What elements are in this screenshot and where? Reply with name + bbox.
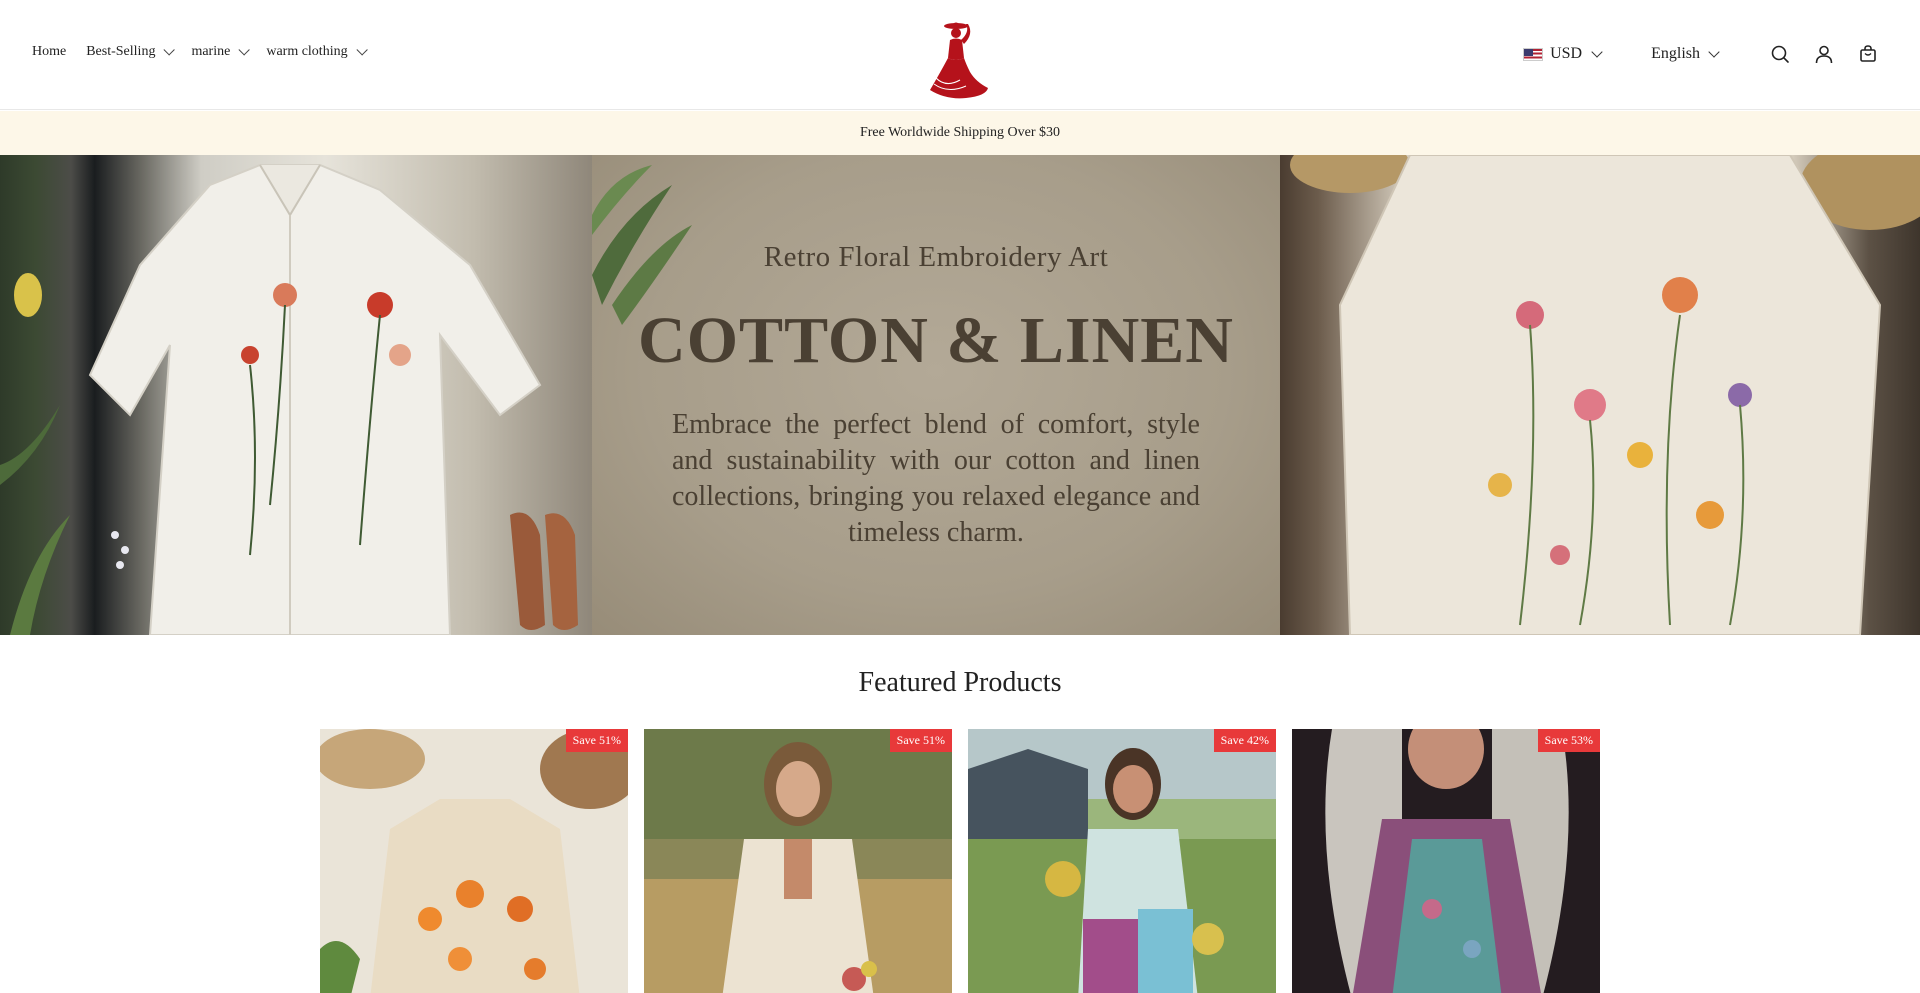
logo-icon[interactable] xyxy=(926,18,992,100)
product-image xyxy=(320,729,628,993)
announcement-text: Free Worldwide Shipping Over $30 xyxy=(859,125,1061,140)
hero-title: COTTON & LINEN xyxy=(638,304,1234,377)
product-card[interactable]: Save 42% xyxy=(968,729,1276,993)
site-header: Home Best-Selling marine warm clothing U… xyxy=(0,0,1920,110)
nav-item-marine[interactable]: marine xyxy=(191,44,251,60)
hero-text-block: Retro Floral Embroidery Art COTTON & LIN… xyxy=(592,155,1280,635)
product-grid: Save 51% Save 51% Save 42% Save 53% xyxy=(320,729,1600,993)
chevron-down-icon xyxy=(163,44,176,56)
currency-selector[interactable]: USD xyxy=(1523,45,1603,63)
chevron-down-icon xyxy=(1591,45,1603,58)
search-icon[interactable] xyxy=(1768,42,1792,66)
featured-products-title: Featured Products xyxy=(858,667,1062,698)
product-image xyxy=(1292,729,1600,993)
hero-subtitle: Retro Floral Embroidery Art xyxy=(763,241,1109,273)
hero-image-left xyxy=(0,155,592,635)
product-card[interactable]: Save 53% xyxy=(1292,729,1600,993)
hero-description: Embrace the perfect blend of comfort, st… xyxy=(672,409,1200,548)
discount-badge: Save 42% xyxy=(1213,729,1276,752)
language-label: English xyxy=(1651,45,1700,62)
discount-badge: Save 53% xyxy=(1537,729,1600,752)
chevron-down-icon xyxy=(1708,45,1720,58)
header-tools: USD English xyxy=(1523,40,1880,68)
product-image xyxy=(644,729,952,993)
chevron-down-icon xyxy=(238,44,251,56)
nav-item-label: marine xyxy=(191,44,231,59)
currency-label: USD xyxy=(1550,45,1583,62)
chevron-down-icon xyxy=(356,44,368,56)
announcement-bar: Free Worldwide Shipping Over $30 xyxy=(0,111,1920,155)
account-icon[interactable] xyxy=(1812,42,1836,66)
nav-item-label: warm clothing xyxy=(266,44,348,59)
nav-item-label: Home xyxy=(32,44,67,59)
language-selector[interactable]: English xyxy=(1651,45,1720,63)
us-flag-icon xyxy=(1523,47,1544,61)
nav-item-warm-clothing[interactable]: warm clothing xyxy=(266,44,368,60)
product-card[interactable]: Save 51% xyxy=(320,729,628,993)
discount-badge: Save 51% xyxy=(565,729,628,752)
hero-image-right xyxy=(1280,155,1920,635)
cart-icon[interactable] xyxy=(1856,42,1880,66)
main-nav: Home Best-Selling marine warm clothing xyxy=(32,44,368,60)
nav-item-label: Best-Selling xyxy=(86,44,156,59)
product-card[interactable]: Save 51% xyxy=(644,729,952,993)
nav-item-home[interactable]: Home xyxy=(32,44,66,60)
product-image xyxy=(968,729,1276,993)
discount-badge: Save 51% xyxy=(889,729,952,752)
hero-banner[interactable]: Retro Floral Embroidery Art COTTON & LIN… xyxy=(0,155,1920,635)
nav-item-best-selling[interactable]: Best-Selling xyxy=(86,44,176,60)
